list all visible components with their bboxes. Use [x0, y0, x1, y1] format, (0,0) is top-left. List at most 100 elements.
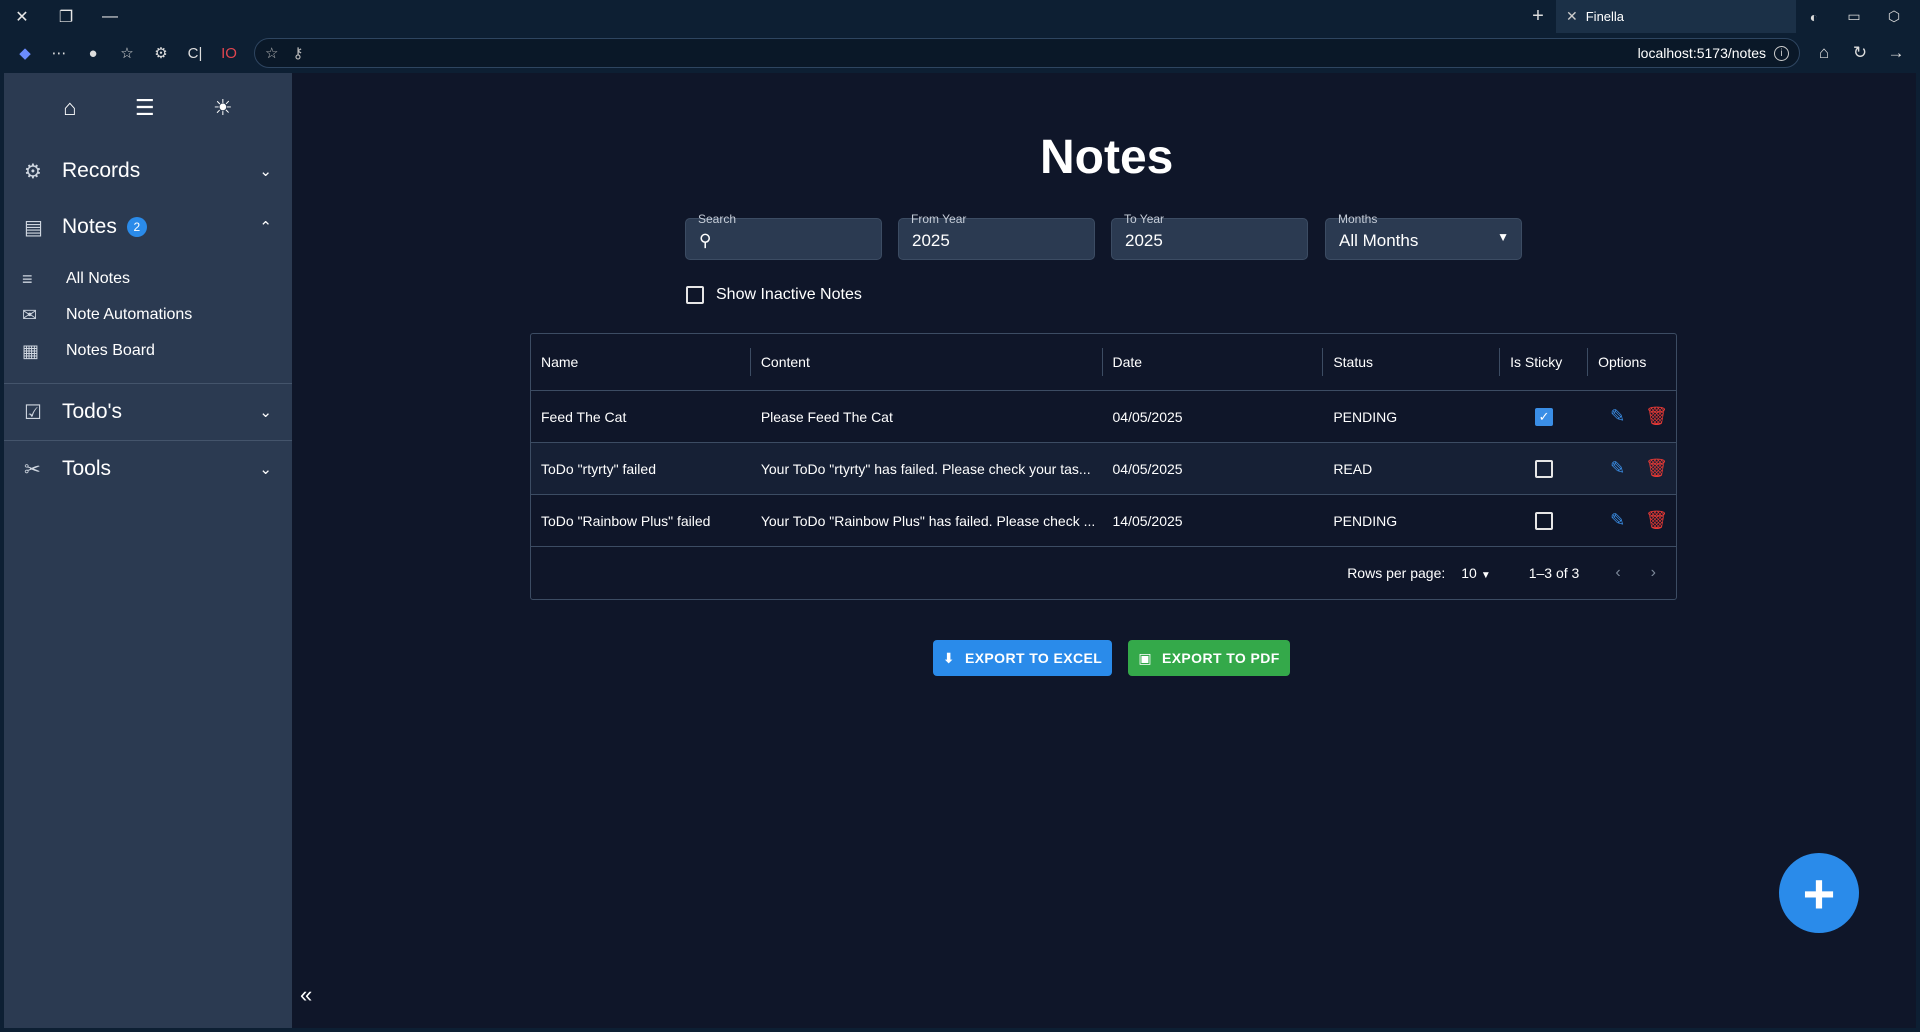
address-bar[interactable]: ☆ ⚷ localhost:5173/notes i [254, 38, 1800, 68]
delete-icon[interactable]: 🗑 [1645, 406, 1668, 427]
column-header-status[interactable]: Status [1323, 334, 1501, 390]
to-year-field[interactable]: To Year 2025 [1111, 212, 1308, 260]
column-header-is-sticky[interactable]: Is Sticky [1500, 334, 1589, 390]
favorites-icon[interactable]: ☆ [110, 37, 144, 69]
dropdown-arrow-icon: ▼ [1497, 230, 1509, 244]
close-window-icon[interactable]: ✕ [0, 0, 44, 33]
edit-list-icon: ≡ [22, 268, 33, 289]
cell-options: ✎ 🗑 [1588, 406, 1676, 427]
table-row[interactable]: ToDo "Rainbow Plus" failed Your ToDo "Ra… [531, 495, 1676, 547]
column-header-name[interactable]: Name [531, 334, 751, 390]
cell-name: Feed The Cat [541, 408, 627, 425]
extensions-icon[interactable]: ⚙ [144, 37, 178, 69]
sidebar-item-note-automations[interactable]: ✉ Note Automations [4, 297, 292, 333]
close-tab-icon[interactable]: ✕ [1566, 8, 1578, 25]
notes-icon: ▤ [24, 216, 43, 239]
search-icon: ⚲ [699, 231, 712, 250]
rows-per-page-value: 10 [1461, 565, 1477, 581]
sticky-checkbox[interactable] [1535, 459, 1554, 478]
show-inactive-label: Show Inactive Notes [716, 286, 862, 303]
restore-window-icon[interactable]: ❐ [44, 0, 88, 33]
sidebar-section-notes[interactable]: ▤ Notes 2 ⌃ [4, 199, 292, 255]
sidebar-section-label: Notes [62, 215, 117, 238]
cell-date: 04/05/2025 [1112, 408, 1183, 425]
show-inactive-checkbox[interactable] [686, 286, 704, 304]
window-border-right [1916, 73, 1920, 1032]
collapse-sidebar-icon[interactable]: « [300, 982, 312, 1008]
sidebar-section-todos[interactable]: ☑ Todo's ⌄ [4, 384, 292, 440]
table-row[interactable]: ToDo "rtyrty" failed Your ToDo "rtyrty" … [531, 443, 1676, 495]
edit-icon[interactable]: ✎ [1610, 406, 1625, 427]
export-excel-button[interactable]: ⬇ EXPORT TO EXCEL [933, 640, 1112, 676]
previous-page-icon[interactable]: ‹ [1615, 564, 1620, 582]
sidebar-section-label: Records [62, 159, 141, 182]
cell-sticky [1500, 459, 1588, 478]
new-tab-icon[interactable]: + [1520, 0, 1556, 33]
home-browser-icon[interactable]: ⌂ [1806, 37, 1842, 69]
sidebar-top-bar: ⌂ ☰ ☀ [4, 73, 292, 143]
from-year-field[interactable]: From Year 2025 [898, 212, 1095, 260]
chevron-up-icon: ⌃ [259, 219, 272, 236]
edit-icon[interactable]: ✎ [1610, 510, 1625, 531]
tab-title: Finella [1585, 9, 1625, 24]
search-label: Search [698, 212, 737, 226]
cell-sticky: ✓ [1500, 407, 1588, 426]
bookmark-star-icon[interactable]: ☆ [265, 44, 278, 62]
extension-io-icon[interactable]: IO [212, 37, 246, 69]
table-row[interactable]: Feed The Cat Please Feed The Cat 04/05/2… [531, 391, 1676, 443]
cell-options: ✎ 🗑 [1588, 510, 1676, 531]
delete-icon[interactable]: 🗑 [1645, 458, 1668, 479]
key-icon[interactable]: ⚷ [292, 44, 303, 62]
more-icon[interactable]: ⋯ [42, 37, 76, 69]
column-header-date[interactable]: Date [1103, 334, 1324, 390]
sidebar-item-label: Note Automations [66, 306, 193, 323]
sidebar-item-notes-board[interactable]: ▦ Notes Board [4, 333, 292, 369]
forward-icon[interactable]: → [1878, 37, 1914, 69]
search-input[interactable]: Search ⚲ [685, 212, 882, 260]
show-inactive-toggle[interactable]: Show Inactive Notes [686, 286, 862, 304]
sidebar: ⌂ ☰ ☀ ⚙ Records ⌄ ▤ Notes 2 ⌃ ≡ All Note… [4, 73, 292, 1028]
theme-toggle-icon[interactable]: ☀ [213, 95, 233, 121]
cell-date: 14/05/2025 [1112, 512, 1183, 529]
cell-name: ToDo "Rainbow Plus" failed [541, 512, 711, 529]
records-icon: ⚙ [24, 160, 42, 183]
tools-icon: ✂ [24, 458, 41, 481]
split-window-icon[interactable]: ▭ [1836, 0, 1872, 33]
delete-icon[interactable]: 🗑 [1645, 510, 1668, 531]
chevron-down-icon: ⌄ [259, 163, 272, 180]
notes-table: Name Content Date Status Is Sticky Optio… [530, 333, 1677, 600]
sidebar-item-all-notes[interactable]: ≡ All Notes [4, 261, 292, 297]
browser-titlebar: ✕ ❐ — + ✕ Finella ◐ ▭ ⬡ [0, 0, 1920, 33]
cell-status: PENDING [1333, 512, 1398, 529]
export-pdf-label: EXPORT TO PDF [1161, 650, 1280, 666]
add-note-button[interactable]: + [1779, 853, 1859, 933]
browser-tab[interactable]: ✕ Finella [1556, 0, 1796, 33]
from-year-label: From Year [911, 212, 967, 226]
sticky-checkbox-checked[interactable]: ✓ [1535, 407, 1554, 426]
extension-c-icon[interactable]: C| [178, 37, 212, 69]
rows-per-page-select[interactable]: 10 ▼ [1461, 565, 1490, 581]
menu-icon[interactable]: ☰ [135, 95, 155, 121]
copilot-icon[interactable]: ◆ [8, 37, 42, 69]
url-text[interactable]: localhost:5173/notes [1638, 45, 1766, 61]
from-year-value: 2025 [912, 231, 950, 250]
info-icon[interactable]: i [1774, 45, 1789, 61]
sidebar-section-tools[interactable]: ✂ Tools ⌄ [4, 441, 292, 497]
workspaces-icon[interactable]: ⬡ [1876, 0, 1912, 33]
chevron-down-icon: ⌄ [259, 461, 272, 478]
export-pdf-button[interactable]: ▣ EXPORT TO PDF [1128, 640, 1290, 676]
refresh-icon[interactable]: ↻ [1842, 37, 1878, 69]
mail-check-icon: ✉ [22, 304, 38, 325]
home-icon[interactable]: ⌂ [63, 95, 76, 121]
edit-icon[interactable]: ✎ [1610, 458, 1625, 479]
profile-icon[interactable]: ● [76, 37, 110, 69]
next-page-icon[interactable]: › [1651, 564, 1656, 582]
sidebar-section-records[interactable]: ⚙ Records ⌄ [4, 143, 292, 199]
sticky-checkbox[interactable] [1535, 511, 1554, 530]
column-header-content[interactable]: Content [751, 334, 1103, 390]
export-excel-label: EXPORT TO EXCEL [964, 650, 1103, 666]
pagination-range: 1–3 of 3 [1528, 565, 1580, 581]
months-select[interactable]: Months All Months ▼ [1325, 212, 1522, 260]
shield-icon[interactable]: ◐ [1796, 0, 1832, 33]
minimize-window-icon[interactable]: — [88, 0, 132, 33]
